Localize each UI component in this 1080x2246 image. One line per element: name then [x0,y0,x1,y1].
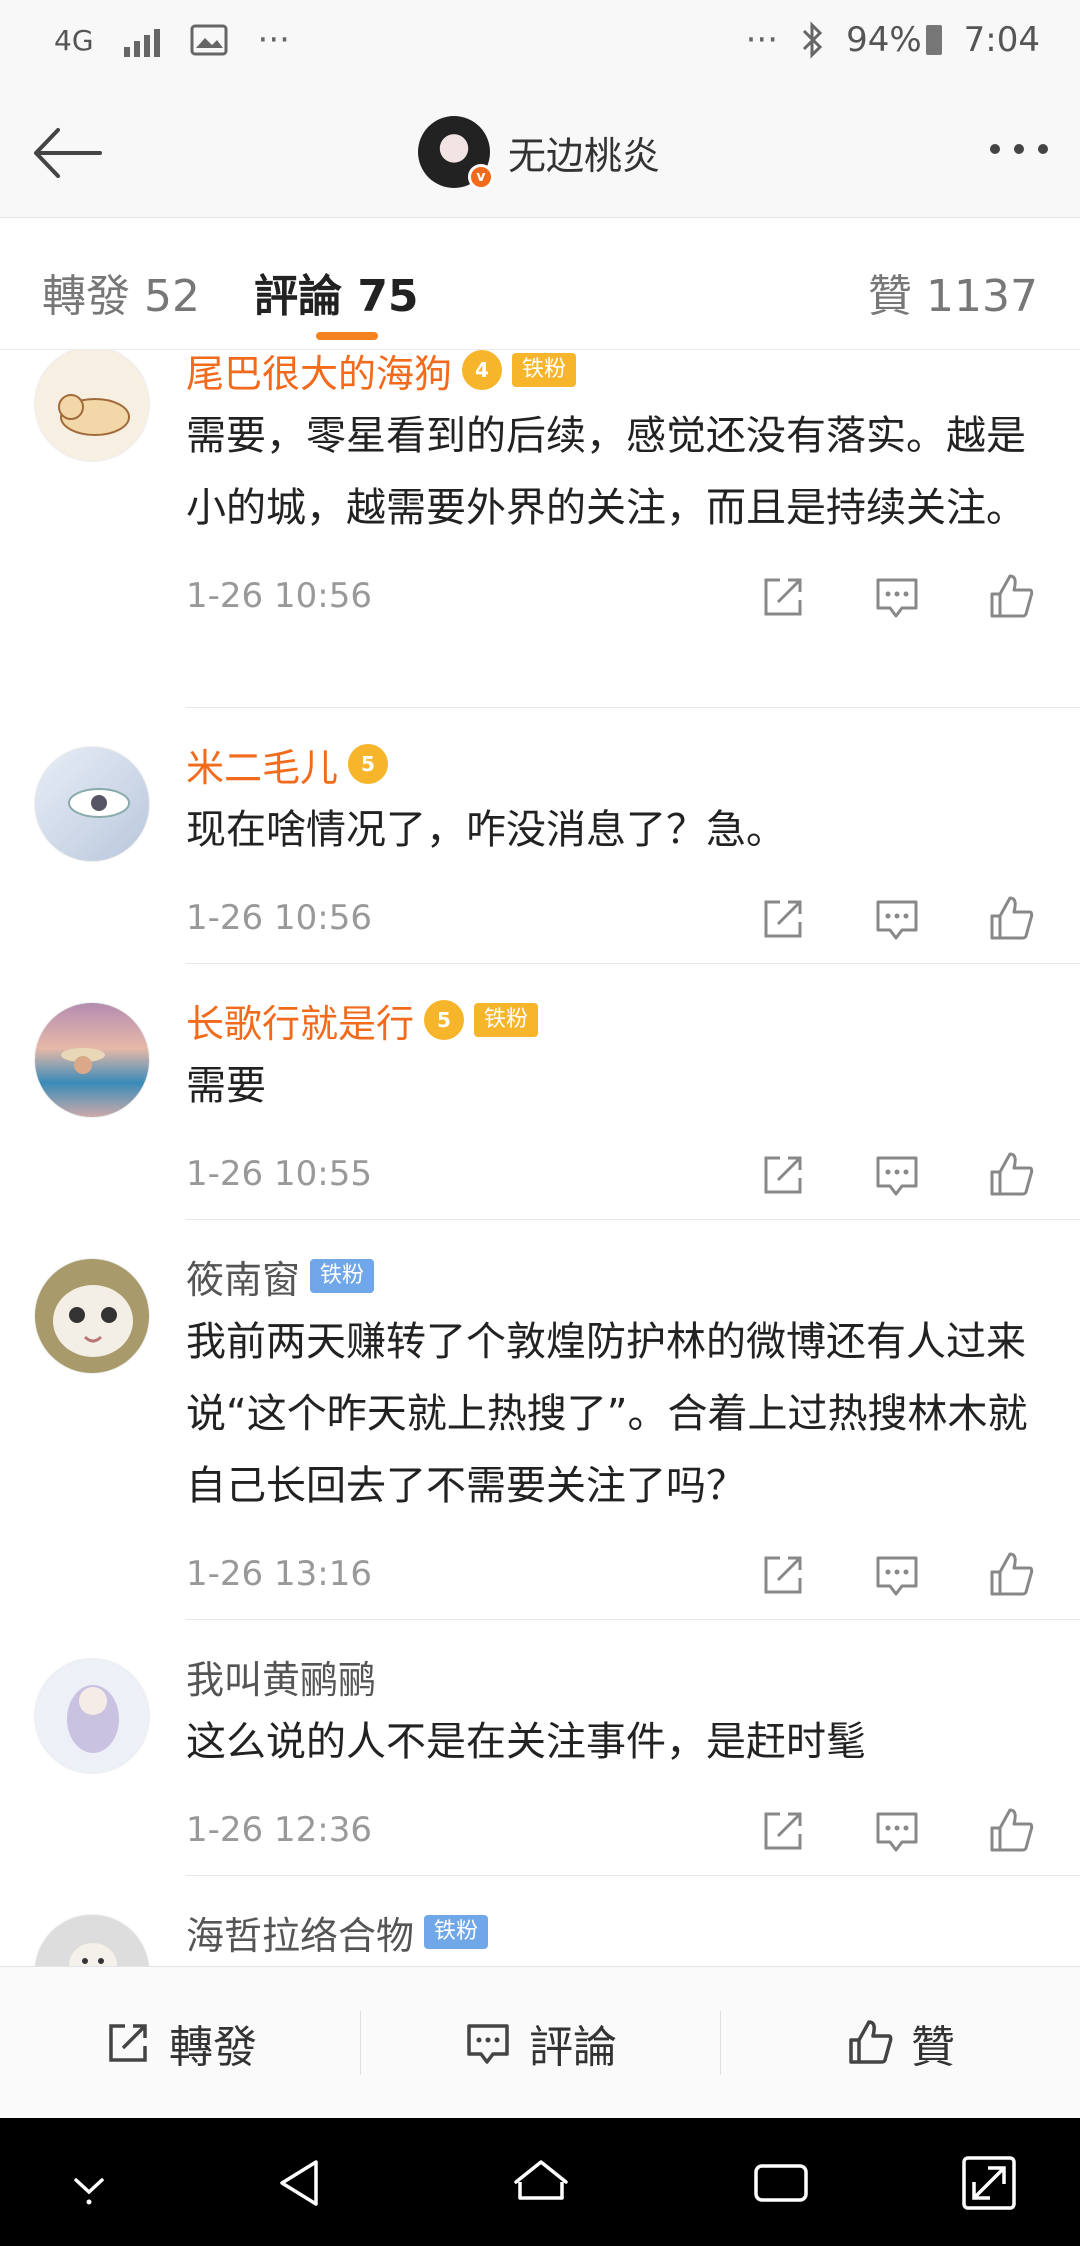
divider [186,1219,1080,1220]
more-status-icon: ··· [745,20,779,60]
like-button[interactable]: 贊 [720,1967,1080,2118]
comment-label: 評論 [529,2021,617,2073]
more-notifications-icon: ··· [257,20,290,60]
signal-icon [123,23,160,57]
divider [186,1619,1080,1620]
share-icon [109,2023,147,2062]
avatar[interactable] [34,746,150,862]
verified-badge-icon: v [468,164,494,190]
like-icon[interactable] [986,894,1036,944]
timestamp: 1-26 10:56 [186,576,372,616]
timestamp: 1-26 10:56 [186,898,372,938]
more-options-icon[interactable] [990,144,1048,154]
bluetooth-icon [803,21,823,59]
username[interactable]: 长歌行就是行 [186,993,414,1048]
comment-text: 需要 [186,1063,266,1109]
username[interactable]: 尾巴很大的海狗 [186,350,452,398]
share-icon[interactable] [758,1150,808,1200]
crown-icon: 5 [424,1000,465,1040]
timestamp: 1-26 13:16 [186,1554,372,1594]
comment-text: 我前两天赚转了个敦煌防护林的微博还有人过来说“这个昨天就上热搜了”。合着上过热搜… [186,1319,1028,1509]
crown-icon: 5 [348,744,389,784]
comment-text: 需要，零星看到的后续，感觉还没有落实。越是小的城，越需要外界的关注，而且是持续关… [186,413,1026,531]
divider [186,707,1080,708]
share-icon[interactable] [758,894,808,944]
author-avatar[interactable]: v [418,116,494,190]
comment-text: 这么说的人不是在关注事件，是赶时髦 [186,1719,866,1765]
app-header: v 无边桃炎 [0,88,1080,218]
battery-icon [925,25,942,55]
author-name[interactable]: 无边桃炎 [508,125,660,180]
comment-text: 现在啥情况了，咋没消息了？急。 [186,807,786,853]
rotate-screen-icon[interactable] [954,2148,1024,2218]
repost-label: 轉發 [169,2021,257,2073]
clock: 7:04 [963,20,1040,60]
avatar[interactable] [34,1658,150,1774]
share-icon[interactable] [758,1806,808,1856]
tab-bar: 轉發 52 評論 75 贊 1137 [0,218,1080,350]
like-icon[interactable] [986,1150,1036,1200]
fan-badge: 铁粉 [310,1259,375,1293]
avatar[interactable] [34,1258,150,1374]
fan-badge: 铁粉 [512,353,577,387]
author-info[interactable]: v 无边桃炎 [418,116,660,190]
avatar[interactable] [34,1002,150,1118]
like-icon[interactable] [986,572,1036,622]
like-icon [849,2019,893,2064]
username[interactable]: 海哲拉络合物 [186,1905,414,1960]
back-icon[interactable] [266,2148,336,2218]
comment-list[interactable]: 尾巴很大的海狗 4 铁粉 需要，零星看到的后续，感觉还没有落实。越是小的城，越需… [0,350,1080,1966]
recent-apps-icon[interactable] [746,2148,816,2218]
fan-badge: 铁粉 [424,1915,489,1949]
active-tab-indicator [316,332,378,340]
battery-level: 94% [846,20,922,60]
comment-icon [467,2023,509,2064]
divider [186,963,1080,964]
gallery-icon [190,24,228,56]
tab-comments[interactable]: 評論 75 [254,260,419,324]
repost-button[interactable]: 轉發 [0,1967,360,2118]
comment-icon[interactable] [872,894,922,944]
comment-button[interactable]: 評論 [360,1967,720,2118]
network-indicator: 4G [54,23,94,57]
system-nav-bar [0,2118,1080,2246]
crown-icon: 4 [462,350,503,390]
comment-icon[interactable] [872,572,922,622]
username[interactable]: 筱南窗 [186,1249,300,1304]
divider [186,1875,1080,1876]
chevron-down-icon[interactable] [54,2148,124,2218]
back-arrow-icon[interactable] [28,118,108,188]
timestamp: 1-26 10:55 [186,1154,372,1194]
avatar[interactable] [34,350,150,462]
username[interactable]: 米二毛儿 [186,737,338,792]
tab-reposts[interactable]: 轉發 52 [42,260,200,324]
tab-likes[interactable]: 贊 1137 [868,260,1038,324]
like-icon[interactable] [986,1550,1036,1600]
like-icon[interactable] [986,1806,1036,1856]
comment-icon[interactable] [872,1150,922,1200]
fan-badge: 铁粉 [474,1003,539,1037]
like-label: 贊 [911,2021,955,2073]
username[interactable]: 我叫黄鹂鹂 [186,1649,376,1704]
status-bar: 4G ··· ··· 94% 7:04 [0,0,1080,88]
share-icon[interactable] [758,572,808,622]
comment-icon[interactable] [872,1806,922,1856]
home-icon[interactable] [506,2148,576,2218]
bottom-action-bar: 轉發 評論 贊 [0,1966,1080,2118]
avatar[interactable] [34,1914,150,1966]
comment-icon[interactable] [872,1550,922,1600]
share-icon[interactable] [758,1550,808,1600]
timestamp: 1-26 12:36 [186,1810,372,1850]
